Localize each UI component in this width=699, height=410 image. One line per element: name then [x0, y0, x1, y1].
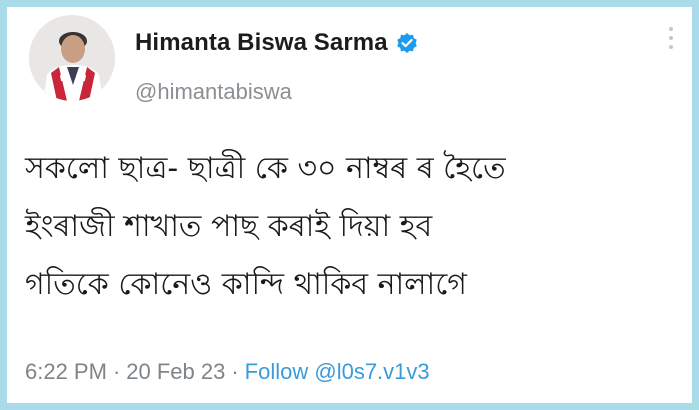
more-dot [669, 45, 673, 49]
follow-link[interactable]: Follow @l0s7.v1v3 [245, 359, 430, 384]
author-name[interactable]: Himanta Biswa Sarma [135, 29, 388, 57]
screenshot-frame: Himanta Biswa Sarma @himantabiswa সকলো ছ… [0, 0, 699, 410]
more-options-icon[interactable] [666, 27, 676, 49]
profile-photo-icon [29, 15, 115, 101]
author-handle[interactable]: @himantabiswa [135, 79, 292, 105]
tweet-time[interactable]: 6:22 PM [25, 359, 107, 384]
tweet-date[interactable]: 20 Feb 23 [126, 359, 225, 384]
tweet-text: সকলো ছাত্র- ছাত্ৰী কে ৩০ নাম্বৰ ৰ হৈতে ই… [25, 140, 685, 314]
more-dot [669, 36, 673, 40]
more-dot [669, 27, 673, 31]
meta-separator: · [231, 359, 239, 384]
tweet-card: Himanta Biswa Sarma @himantabiswa সকলো ছ… [7, 7, 692, 403]
verified-badge-icon [396, 32, 418, 54]
tweet-text-line: গতিকে কোনেও কান্দি থাকিব নালাগে [25, 267, 467, 302]
avatar[interactable] [29, 15, 115, 101]
tweet-meta: 6:22 PM · 20 Feb 23 · Follow @l0s7.v1v3 [25, 359, 430, 385]
tweet-text-line: সকলো ছাত্র- ছাত্ৰী কে ৩০ নাম্বৰ ৰ হৈতে [25, 151, 506, 186]
tweet-text-line: ইংৰাজী শাখাত পাছ কৰাই দিয়া হব [25, 209, 433, 244]
author-row: Himanta Biswa Sarma [135, 29, 418, 57]
meta-separator: · [112, 359, 121, 384]
